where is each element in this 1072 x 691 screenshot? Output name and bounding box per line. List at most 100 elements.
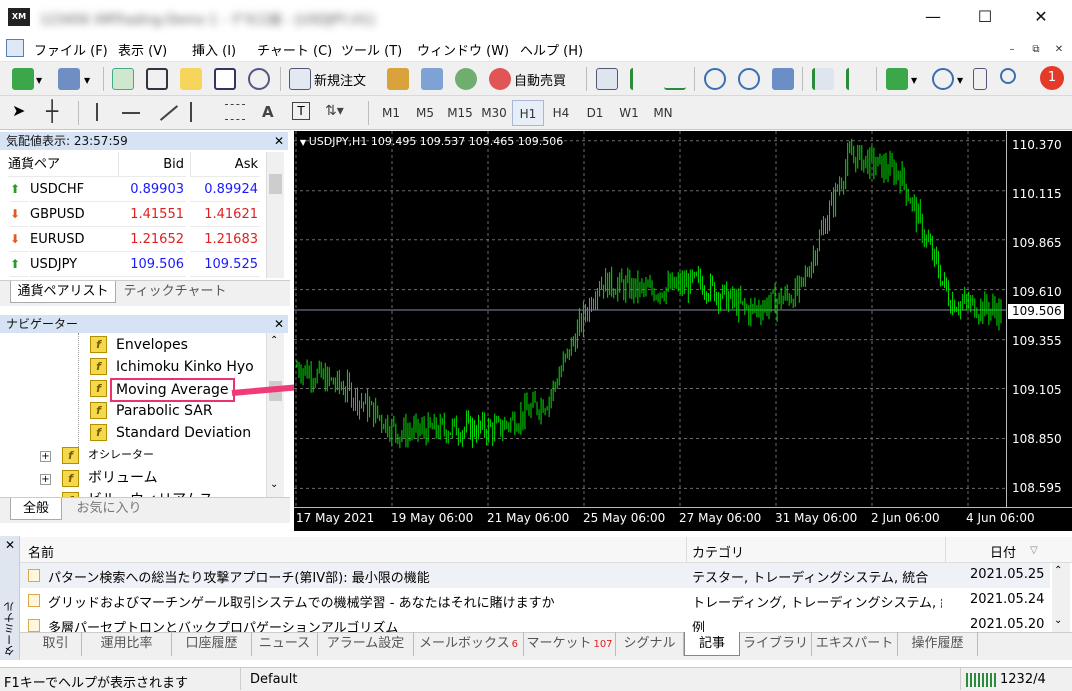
dropdown-icon[interactable]: ▼ bbox=[84, 76, 90, 85]
column-header-name[interactable]: 名前 bbox=[28, 542, 54, 561]
scrollbar[interactable]: ⌃ ⌄ bbox=[1052, 563, 1070, 633]
tab-terminal-6[interactable]: マーケット 107 bbox=[524, 632, 616, 656]
menu-help[interactable]: ヘルプ (H) bbox=[520, 40, 583, 59]
menu-view[interactable]: 表示 (V) bbox=[118, 40, 167, 59]
tab-tick-chart[interactable]: ティックチャート bbox=[120, 281, 230, 303]
equidistant-channel-icon[interactable] bbox=[190, 102, 210, 122]
menu-tools[interactable]: ツール (T) bbox=[341, 40, 402, 59]
signals-icon[interactable] bbox=[455, 68, 477, 90]
nav-item-envelopes[interactable]: Envelopes bbox=[116, 334, 188, 356]
dropdown-icon[interactable]: ▼ bbox=[911, 76, 917, 85]
timeframe-w1-button[interactable]: W1 bbox=[616, 102, 642, 124]
column-header-bid[interactable]: Bid bbox=[118, 152, 186, 177]
crosshair-icon[interactable]: ┼ bbox=[46, 99, 58, 123]
dropdown-icon[interactable]: ▼ bbox=[957, 76, 963, 85]
menu-file[interactable]: ファイル (F) bbox=[34, 40, 108, 59]
chart-window-icon[interactable] bbox=[6, 39, 24, 57]
scroll-up-icon[interactable]: ⌃ bbox=[1054, 565, 1062, 576]
column-header-ask[interactable]: Ask bbox=[190, 152, 260, 177]
minimize-button[interactable]: — bbox=[910, 0, 956, 34]
timeframe-m30-button[interactable]: M30 bbox=[478, 102, 510, 124]
timeframe-h1-button[interactable]: H1 bbox=[512, 100, 544, 126]
new-order-icon[interactable] bbox=[289, 68, 311, 90]
chart-shift-icon[interactable] bbox=[846, 68, 868, 90]
tab-terminal-9[interactable]: ライブラリ bbox=[740, 632, 812, 656]
scroll-down-icon[interactable]: ⌄ bbox=[270, 479, 278, 490]
market-watch-toggle-icon[interactable] bbox=[112, 68, 134, 90]
data-window-icon[interactable] bbox=[146, 68, 168, 90]
new-chart-icon[interactable] bbox=[12, 68, 34, 90]
indicators-icon[interactable] bbox=[886, 68, 908, 90]
text-icon[interactable]: A bbox=[262, 103, 274, 121]
close-icon[interactable]: ✕ bbox=[272, 317, 286, 331]
chart-canvas[interactable] bbox=[294, 131, 1072, 531]
tab-terminal-1[interactable]: 運用比率 bbox=[82, 632, 172, 656]
article-title[interactable]: パターン検索への総当たり攻撃アプローチ(第IV部): 最小限の機能 bbox=[48, 567, 684, 586]
vertical-line-icon[interactable] bbox=[96, 103, 98, 121]
cursor-icon[interactable]: ➤ bbox=[12, 101, 25, 120]
text-label-icon[interactable]: T bbox=[292, 102, 310, 120]
maximize-button[interactable]: ☐ bbox=[962, 0, 1008, 34]
expand-icon[interactable]: + bbox=[40, 474, 51, 485]
tab-symbols[interactable]: 通貨ペアリスト bbox=[10, 281, 116, 303]
auto-scroll-icon[interactable] bbox=[812, 68, 834, 90]
menu-window[interactable]: ウィンドウ (W) bbox=[417, 40, 509, 59]
mdi-close-button[interactable]: ✕ bbox=[1050, 42, 1068, 58]
templates-icon[interactable] bbox=[973, 68, 987, 90]
scroll-up-icon[interactable]: ⌃ bbox=[270, 335, 278, 346]
column-header-category[interactable]: カテゴリ bbox=[692, 542, 744, 561]
autotrade-icon[interactable] bbox=[489, 68, 511, 90]
dropdown-icon[interactable]: ▼ bbox=[36, 76, 42, 85]
nav-folder-volumes[interactable]: ボリューム bbox=[88, 467, 158, 489]
profiles-icon[interactable] bbox=[58, 68, 80, 90]
strategy-tester-icon[interactable] bbox=[248, 68, 270, 90]
horizontal-line-icon[interactable] bbox=[122, 112, 140, 114]
close-icon[interactable]: ✕ bbox=[3, 538, 17, 552]
timeframe-mn-button[interactable]: MN bbox=[650, 102, 676, 124]
tab-favorites[interactable]: お気に入り bbox=[68, 498, 150, 520]
column-header-symbol[interactable]: 通貨ペア bbox=[8, 152, 118, 177]
navigator-toggle-icon[interactable] bbox=[180, 68, 202, 90]
tab-terminal-0[interactable]: 取引 bbox=[30, 632, 82, 656]
menu-chart[interactable]: チャート (C) bbox=[257, 40, 332, 59]
symbol-gbpusd[interactable]: GBPUSD bbox=[30, 202, 118, 227]
new-order-button[interactable]: 新規注文 bbox=[314, 70, 366, 89]
autotrade-button[interactable]: 自動売買 bbox=[514, 70, 566, 89]
nav-folder-bill-williams[interactable]: ビル・ウィリアムス bbox=[88, 489, 213, 497]
tab-terminal-5[interactable]: メールボックス 6 bbox=[414, 632, 524, 656]
zoom-in-icon[interactable] bbox=[704, 68, 726, 90]
menu-insert[interactable]: 挿入 (I) bbox=[192, 40, 236, 59]
expand-icon[interactable]: + bbox=[40, 451, 51, 462]
article-title[interactable]: 多層パーセプトロンとバックプロパゲーションアルゴリズム bbox=[48, 617, 684, 632]
nav-item-standard-deviation[interactable]: Standard Deviation bbox=[116, 422, 251, 444]
arrows-icon[interactable]: ⇅▾ bbox=[325, 103, 344, 119]
mdi-minimize-button[interactable]: – bbox=[1003, 42, 1021, 58]
tab-terminal-7[interactable]: シグナル bbox=[616, 632, 684, 656]
nav-item-parabolic-sar[interactable]: Parabolic SAR bbox=[116, 400, 213, 422]
tab-terminal-4[interactable]: アラーム設定 bbox=[318, 632, 414, 656]
metaeditor-icon[interactable] bbox=[387, 68, 409, 90]
fibonacci-icon[interactable] bbox=[225, 104, 245, 120]
bar-chart-icon[interactable] bbox=[596, 68, 618, 90]
price-chart[interactable]: ▼ USDJPY,H1 109.495 109.537 109.465 109.… bbox=[294, 131, 1072, 531]
tab-terminal-3[interactable]: ニュース bbox=[252, 632, 318, 656]
symbol-usdjpy[interactable]: USDJPY bbox=[30, 252, 118, 277]
search-icon[interactable] bbox=[1000, 68, 1016, 84]
tab-terminal-11[interactable]: 操作履歴 bbox=[898, 632, 978, 656]
tile-windows-icon[interactable] bbox=[772, 68, 794, 90]
close-button[interactable]: ✕ bbox=[1018, 0, 1064, 34]
timeframe-m15-button[interactable]: M15 bbox=[444, 102, 476, 124]
tab-terminal-2[interactable]: 口座履歴 bbox=[172, 632, 252, 656]
nav-item-moving-average[interactable]: Moving Average bbox=[110, 378, 235, 402]
symbol-usdchf[interactable]: USDCHF bbox=[30, 177, 118, 202]
close-icon[interactable]: ✕ bbox=[272, 134, 286, 148]
article-title[interactable]: グリッドおよびマーチンゲール取引システムでの機械学習 - あなたはそれに賭けます… bbox=[48, 592, 684, 611]
timeframe-h4-button[interactable]: H4 bbox=[548, 102, 574, 124]
nav-folder-oscillators[interactable]: オシレーター bbox=[88, 444, 154, 466]
scroll-down-icon[interactable]: ⌄ bbox=[1054, 615, 1062, 626]
periods-icon[interactable] bbox=[932, 68, 954, 90]
scrollbar-thumb[interactable] bbox=[269, 174, 282, 194]
tab-terminal-10[interactable]: エキスパート bbox=[812, 632, 898, 656]
notification-badge[interactable]: 1 bbox=[1040, 66, 1064, 90]
timeframe-m1-button[interactable]: M1 bbox=[378, 102, 404, 124]
